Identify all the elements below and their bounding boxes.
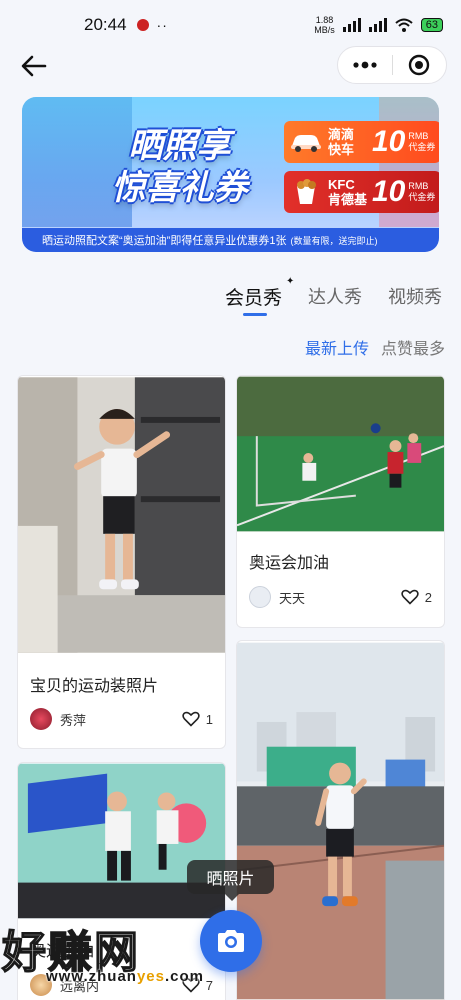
status-time: 20:44 <box>84 15 127 34</box>
status-bar: 20:44 ·· 1.88 MB/s 63 <box>0 0 461 50</box>
signal-icon <box>342 18 361 32</box>
coupon-unit: RMB 代金券 <box>408 131 435 153</box>
post-meta: 秀萍 1 <box>30 707 213 731</box>
back-arrow-icon <box>21 55 47 77</box>
tab-active-indicator <box>243 313 267 316</box>
post-photo <box>237 376 444 532</box>
network-speed: 1.88 MB/s <box>314 15 335 35</box>
like-button[interactable]: 1 <box>182 711 213 727</box>
post-title: 宝贝的运动装照片 <box>30 678 159 695</box>
banner-footer-note: (数量有限，送完即止) <box>290 235 378 246</box>
camera-icon <box>218 930 244 952</box>
signal-icon-2 <box>368 18 387 32</box>
post-meta: 远离内 7 <box>30 973 213 997</box>
banner-footer-text: 晒运动照配文案“奥运加油”即得任意异业优惠券1张 <box>42 235 287 247</box>
tab-video-show[interactable]: 视频秀 <box>388 283 442 309</box>
coupon-brand-line1: 滴滴 <box>328 127 355 142</box>
tab-expert-show[interactable]: 达人秀 <box>308 283 362 309</box>
heart-icon <box>182 977 200 993</box>
like-count: 1 <box>205 711 213 727</box>
more-dots-icon <box>353 61 377 69</box>
network-speed-unit: MB/s <box>314 25 335 35</box>
sort-most-liked[interactable]: 点赞最多 <box>381 335 445 359</box>
target-close-icon <box>409 54 430 76</box>
avatar <box>249 586 271 608</box>
coupon-unit-line2: 代金券 <box>408 192 436 202</box>
coupon-didi: 滴滴 快车 10 RMB 代金券 <box>284 121 439 163</box>
post-card[interactable] <box>236 640 445 1000</box>
sort-latest[interactable]: 最新上传 <box>305 335 369 359</box>
nav-bar <box>0 44 461 88</box>
tab-member-show[interactable]: 会员秀 <box>225 283 282 310</box>
avatar <box>30 974 52 996</box>
coupon-brand: KFC 肯德基 <box>328 177 370 207</box>
banner-footer: 晒运动照配文案“奥运加油”即得任意异业优惠券1张 (数量有限，送完即止) <box>22 228 439 252</box>
like-button[interactable]: 2 <box>401 589 432 605</box>
coupon-unit-line1: RMB <box>408 181 429 191</box>
car-icon <box>284 121 328 163</box>
post-author: 远离内 <box>60 978 100 994</box>
post-author: 天天 <box>279 590 306 606</box>
post-meta: 天天 2 <box>249 585 432 609</box>
wifi-icon <box>395 18 413 32</box>
heart-icon <box>182 711 200 727</box>
status-icons: 1.88 MB/s 63 <box>314 15 443 35</box>
post-photo <box>18 377 225 653</box>
heart-icon <box>401 589 419 605</box>
promo-banner[interactable]: 晒照享 惊喜礼券 滴滴 快车 10 RMB 代金券 KFC 肯德基 10 RMB 代金券… <box>22 97 439 252</box>
post-title: 奥运加油 <box>30 943 95 960</box>
close-button[interactable] <box>393 47 447 83</box>
like-count: 7 <box>205 977 213 993</box>
post-card[interactable]: 宝贝的运动装照片 秀萍 1 <box>17 375 226 749</box>
network-speed-value: 1.88 <box>315 15 334 25</box>
coupon-unit-line1: RMB <box>408 131 429 141</box>
mini-program-capsule <box>337 46 447 84</box>
banner-title-line1: 晒照享 <box>128 127 231 165</box>
post-photo-tooltip: 晒照片 <box>187 860 274 901</box>
coupon-kfc: KFC 肯德基 10 RMB 代金券 <box>284 171 439 213</box>
status-more: ·· <box>156 17 168 33</box>
post-photo <box>237 642 444 1000</box>
more-button[interactable] <box>338 47 392 83</box>
coupon-brand-line2: 快车 <box>328 142 355 157</box>
tab-bar: 会员秀 达人秀 视频秀 <box>0 280 461 320</box>
coupon-amount: 10 <box>372 125 406 158</box>
back-button[interactable] <box>16 48 52 84</box>
like-button[interactable]: 7 <box>182 977 213 993</box>
coupon-brand: 滴滴 快车 <box>328 127 370 157</box>
coupon-unit: RMB 代金券 <box>408 181 435 203</box>
sort-options: 最新上传 点赞最多 <box>305 335 445 359</box>
notification-icon <box>136 19 149 31</box>
camera-button[interactable] <box>200 910 262 972</box>
banner-title: 晒照享 惊喜礼券 <box>92 125 267 209</box>
post-card[interactable]: 奥运会加油 天天 2 <box>236 375 445 628</box>
banner-title-line2: 惊喜礼券 <box>111 169 248 207</box>
coupon-brand-line2: 肯德基 <box>328 192 368 207</box>
post-author: 秀萍 <box>60 712 87 728</box>
like-count: 2 <box>424 589 432 605</box>
post-title: 奥运会加油 <box>249 555 330 572</box>
avatar <box>30 708 52 730</box>
battery-icon: 63 <box>420 18 443 32</box>
coupon-amount: 10 <box>372 175 406 208</box>
sparkle-icon: ✦ <box>286 276 295 287</box>
coupon-unit-line2: 代金券 <box>408 142 436 152</box>
food-bucket-icon <box>284 171 328 213</box>
post-photo <box>18 763 225 919</box>
coupon-brand-line1: KFC <box>328 177 355 192</box>
